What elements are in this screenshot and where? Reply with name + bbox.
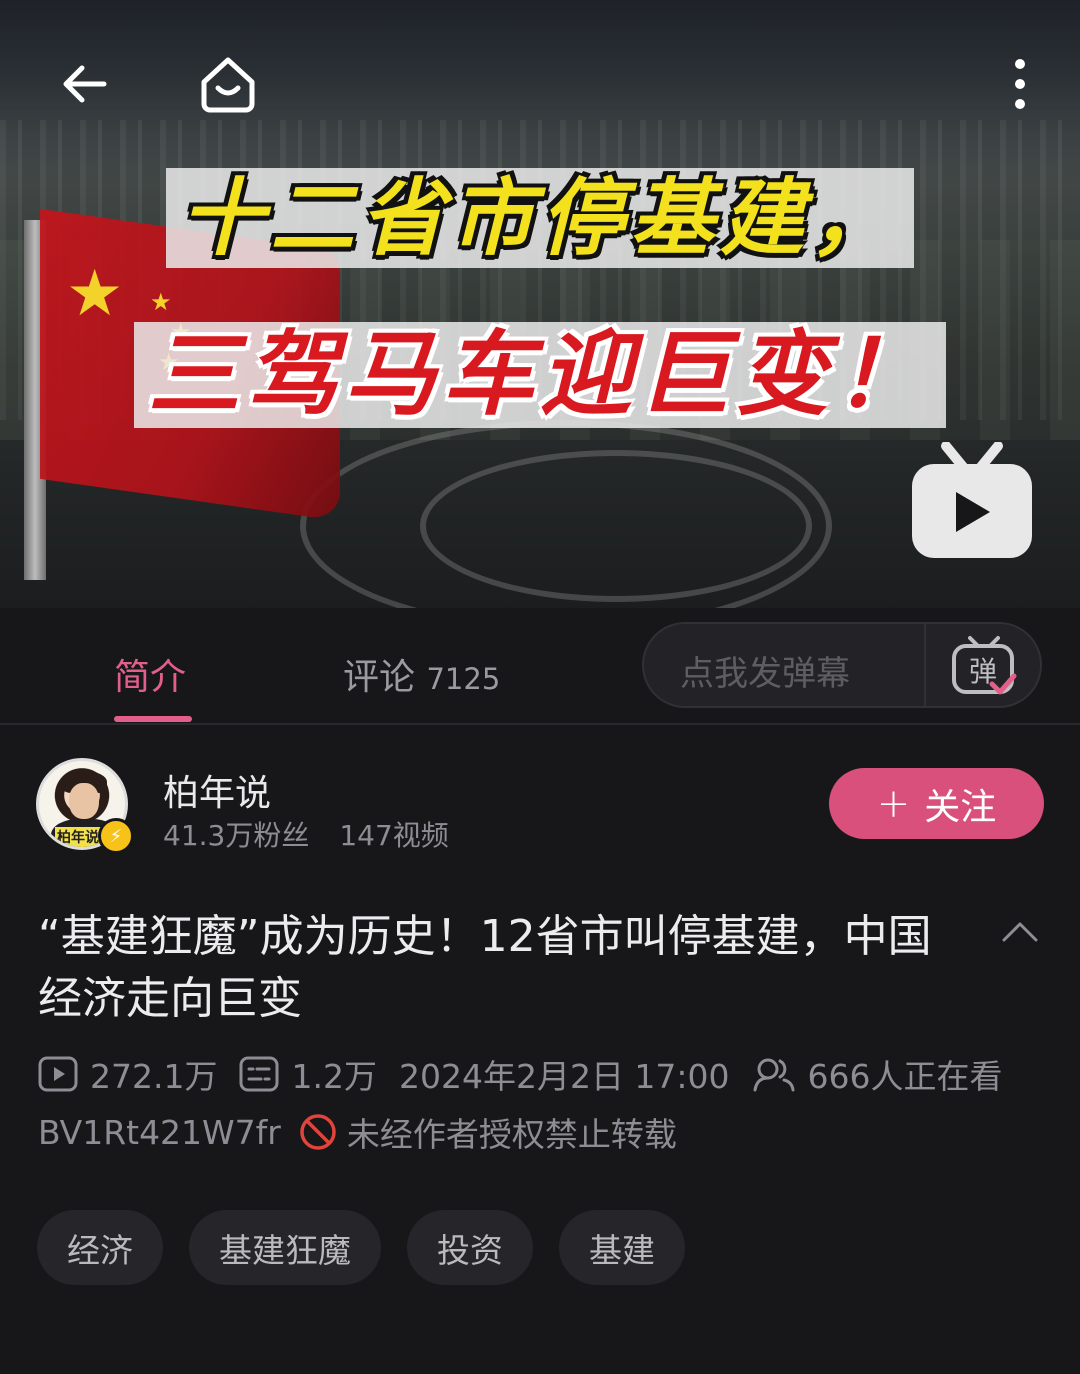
cover-title-line1: 十二省市停基建， [0,168,1080,268]
tag-list: 经济 基建狂魔 投资 基建 [37,1210,711,1285]
cover-road-loop-inner [420,450,812,602]
tag-chip[interactable]: 经济 [37,1210,163,1285]
tab-comments[interactable]: 评论 7125 [343,648,500,700]
avatar-face [69,783,99,819]
bilibili-play-icon[interactable] [910,442,1034,560]
uploader-stats: 41.3万粉丝 147视频 [163,814,449,854]
copyright-text: 未经作者授权禁止转载 [346,1115,677,1154]
flag-small-star: ★ [150,288,172,316]
follow-button[interactable]: + 关注 [829,768,1044,839]
copyright-notice: 未经作者授权禁止转载 [299,1108,677,1156]
people-icon [753,1058,795,1092]
avatar-label: 柏年说 [55,827,101,847]
view-count: 272.1万 [38,1050,217,1098]
cover-title-line2: 三驾马车迎巨变！ [0,322,1080,428]
more-vertical-icon[interactable] [988,52,1052,116]
video-title: “基建狂魔”成为历史！12省市叫停基建，中国经济走向巨变 [38,911,932,1024]
follow-label: 关注 [924,786,997,828]
follower-count: 41.3万粉丝 [163,819,310,852]
video-count: 147视频 [339,819,449,852]
danmaku-count-icon [239,1056,279,1092]
danmaku-input[interactable]: 点我发弹幕 [680,646,850,695]
chevron-up-icon[interactable] [998,912,1042,952]
danmaku-count-value: 1.2万 [291,1057,377,1096]
plus-icon: + [876,780,911,827]
home-icon[interactable] [196,52,260,116]
watching-count: 666人正在看 [807,1057,1003,1096]
back-arrow-icon[interactable] [52,52,116,116]
bvid[interactable]: BV1Rt421W7fr [38,1113,281,1152]
danmaku-input-bar[interactable]: 点我发弹幕 弹 [642,622,1042,708]
tab-active-indicator [114,716,192,722]
video-id-row: BV1Rt421W7fr 未经作者授权禁止转载 [38,1108,677,1156]
danmaku-count: 1.2万 [239,1050,377,1098]
lightning-badge-icon: ⚡ [98,818,134,854]
comment-count: 7125 [426,662,501,696]
tag-chip[interactable]: 投资 [407,1210,533,1285]
danmaku-toggle-icon[interactable]: 弹 [944,634,1024,698]
tag-chip[interactable]: 基建狂魔 [189,1210,381,1285]
tab-intro[interactable]: 简介 [114,648,186,700]
uploader-name[interactable]: 柏年说 [163,764,271,816]
tag-chip[interactable]: 基建 [559,1210,685,1285]
play-count-icon [38,1056,78,1092]
no-repost-icon [300,1114,336,1150]
flag-big-star: ★ [66,257,124,331]
watching-now: 666人正在看 [752,1050,1003,1098]
view-count-value: 272.1万 [90,1057,218,1096]
video-stats-row: 272.1万 1.2万 2024年2月2日 17:00 666人正在看 [38,1052,1025,1096]
publish-time: 2024年2月2日 17:00 [398,1057,730,1096]
video-cover[interactable]: ★ ★ ★ ★ 十二省市停基建， 三驾马车迎巨变！ [0,0,1080,608]
divider [924,624,926,706]
video-detail-page: ★ ★ ★ ★ 十二省市停基建， 三驾马车迎巨变！ 简介 评论 7125 [0,0,1080,1374]
